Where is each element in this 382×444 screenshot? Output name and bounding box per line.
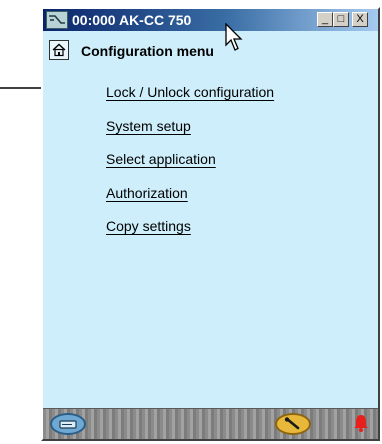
title-bar[interactable]: 00:000 AK-CC 750 _ □ X (43, 9, 378, 31)
menu-item-lock-unlock: Lock / Unlock configuration (106, 84, 274, 118)
menu-header: Configuration menu (43, 37, 378, 63)
display-button[interactable] (50, 413, 86, 435)
menu-item-select-application: Select application (106, 151, 274, 185)
home-button[interactable] (49, 40, 69, 60)
configuration-window: 00:000 AK-CC 750 _ □ X Configuration men… (41, 7, 380, 441)
configuration-menu-list: Lock / Unlock configuration System setup… (106, 84, 274, 252)
menu-item-copy-settings: Copy settings (106, 218, 274, 252)
service-button[interactable] (275, 413, 311, 435)
bell-icon[interactable] (351, 413, 371, 433)
copy-settings-link[interactable]: Copy settings (106, 218, 191, 234)
mouse-pointer-icon (225, 23, 243, 51)
status-footer (43, 408, 378, 439)
close-button[interactable]: X (352, 12, 368, 27)
system-setup-link[interactable]: System setup (106, 118, 191, 134)
authorization-link[interactable]: Authorization (106, 185, 188, 201)
window-title: 00:000 AK-CC 750 (72, 12, 192, 28)
display-icon (59, 420, 77, 429)
wrench-icon (284, 417, 300, 430)
menu-item-system-setup: System setup (106, 118, 274, 152)
device-icon[interactable] (46, 11, 68, 29)
page-title: Configuration menu (81, 43, 214, 59)
menu-item-authorization: Authorization (106, 185, 274, 219)
maximize-button[interactable]: □ (333, 12, 349, 27)
minimize-button[interactable]: _ (317, 12, 333, 27)
home-icon (52, 43, 66, 57)
lock-unlock-link[interactable]: Lock / Unlock configuration (106, 84, 274, 100)
select-application-link[interactable]: Select application (106, 151, 216, 167)
